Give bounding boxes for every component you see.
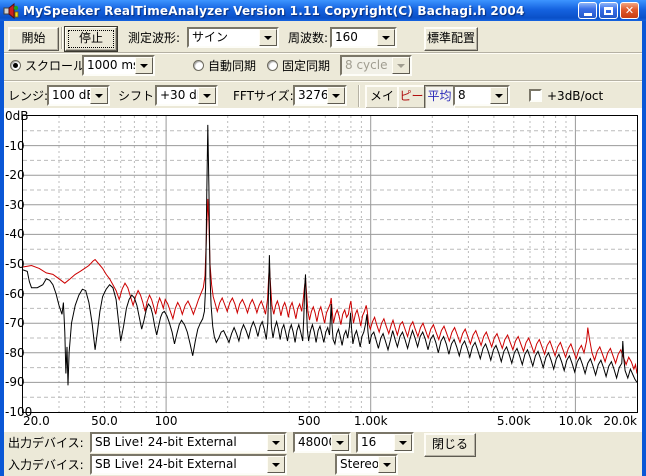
x-axis-tick-label: 10.0k bbox=[558, 414, 593, 428]
dropdown-arrow-icon[interactable] bbox=[377, 29, 395, 46]
y-axis-tick-label: -90 bbox=[5, 375, 25, 390]
y-axis-tick-label: -70 bbox=[5, 316, 25, 331]
y-axis-tick-label: -40 bbox=[5, 227, 25, 242]
stop-button[interactable]: 停止 bbox=[65, 27, 117, 51]
dropdown-arrow-icon[interactable] bbox=[135, 57, 153, 74]
maximize-button[interactable] bbox=[599, 2, 618, 19]
dropdown-arrow-icon[interactable] bbox=[267, 456, 285, 473]
frequency-label: 周波数: bbox=[288, 31, 329, 45]
waveform-label: 測定波形: bbox=[128, 31, 181, 45]
frequency-select[interactable]: 160 bbox=[330, 27, 397, 48]
oct-slope-checkbox[interactable] bbox=[529, 89, 542, 102]
y-axis-tick-label: -30 bbox=[5, 197, 25, 212]
spectrum-plot bbox=[22, 115, 638, 413]
dropdown-arrow-icon bbox=[392, 57, 410, 74]
dropdown-arrow-icon[interactable] bbox=[394, 434, 412, 451]
x-axis-tick-label: 500 bbox=[297, 414, 321, 428]
shift-label: シフト: bbox=[118, 89, 159, 103]
average-count-select[interactable]: 8 bbox=[453, 85, 510, 106]
scroll-radio-label[interactable]: スクロール bbox=[25, 58, 85, 74]
dropdown-arrow-icon[interactable] bbox=[90, 87, 108, 104]
window-controls: ✕ bbox=[576, 2, 639, 19]
fft-size-select[interactable]: 32768 bbox=[293, 85, 347, 106]
minimize-icon bbox=[583, 13, 592, 16]
output-device-select[interactable]: SB Live! 24-bit External bbox=[90, 432, 287, 453]
app-window: MySpeaker RealTimeAnalyzer Version 1.11 … bbox=[0, 0, 646, 476]
waveform-select[interactable]: サイン bbox=[187, 27, 279, 48]
start-button[interactable]: 開始 bbox=[8, 27, 59, 51]
dropdown-arrow-icon[interactable] bbox=[259, 29, 277, 46]
oct-slope-checkbox-label[interactable]: +3dB/oct bbox=[547, 88, 603, 104]
average-trace-button[interactable]: 平均 bbox=[424, 85, 455, 109]
toolbar-row-separator bbox=[4, 52, 642, 54]
standard-layout-button[interactable]: 標準配置 bbox=[424, 27, 478, 51]
y-axis-tick-label: -20 bbox=[5, 168, 25, 183]
spectrum-chart: 0dB -10 -20 -30 -40 -50 -60 -70 -80 -90 -100 20.0 5… bbox=[4, 108, 642, 432]
cycle-select: 8 cycle bbox=[340, 55, 412, 76]
x-axis-tick-label: 20.0k bbox=[603, 414, 637, 428]
y-axis-tick-label: 0dB bbox=[5, 109, 29, 123]
input-device-label: 入力デバイス: bbox=[8, 458, 84, 472]
minimize-button[interactable] bbox=[578, 2, 597, 19]
main-trace-button[interactable]: メイン bbox=[365, 85, 399, 123]
close-button[interactable]: 閉じる bbox=[424, 433, 476, 457]
app-icon bbox=[3, 2, 19, 19]
dropdown-arrow-icon[interactable] bbox=[267, 434, 285, 451]
y-axis-tick-label: -80 bbox=[5, 345, 25, 360]
x-axis-tick-label: 50.0 bbox=[91, 414, 118, 428]
sample-rate-select[interactable]: 48000 bbox=[293, 432, 351, 453]
close-window-button[interactable]: ✕ bbox=[620, 2, 639, 19]
fixed-sync-radio-label[interactable]: 固定同期 bbox=[282, 58, 330, 74]
toolbar-separator bbox=[358, 85, 360, 107]
output-device-label: 出力デバイス: bbox=[8, 436, 84, 450]
toolbar-row-separator bbox=[4, 80, 642, 82]
maximize-icon bbox=[604, 6, 613, 15]
x-axis-tick-label: 100 bbox=[154, 414, 178, 428]
toolbar-separator bbox=[61, 27, 63, 49]
y-axis-tick-label: -50 bbox=[5, 257, 25, 271]
x-axis-tick-label: 1.00k bbox=[353, 414, 388, 428]
dropdown-arrow-icon[interactable] bbox=[490, 87, 508, 104]
range-label: レンジ: bbox=[8, 89, 49, 103]
y-axis-tick-label: -10 bbox=[5, 138, 25, 153]
bit-depth-select[interactable]: 16 bbox=[356, 432, 414, 453]
x-axis-tick-label: 5.00k bbox=[496, 414, 531, 428]
x-axis-tick-label: 20.0 bbox=[23, 414, 50, 428]
peak-trace-button[interactable]: ピーク bbox=[397, 85, 426, 123]
shift-select[interactable]: +30 dB bbox=[155, 85, 218, 106]
dropdown-arrow-icon[interactable] bbox=[327, 87, 345, 104]
fft-size-label: FFTサイズ: bbox=[233, 89, 294, 103]
input-device-select[interactable]: SB Live! 24-bit External bbox=[90, 454, 287, 475]
auto-sync-radio[interactable] bbox=[193, 60, 204, 71]
dropdown-arrow-icon[interactable] bbox=[378, 456, 396, 473]
dropdown-arrow-icon[interactable] bbox=[198, 87, 216, 104]
scroll-radio[interactable] bbox=[10, 60, 21, 71]
range-select[interactable]: 100 dB bbox=[47, 85, 110, 106]
fixed-sync-radio[interactable] bbox=[267, 60, 278, 71]
scroll-interval-select[interactable]: 1000 ms bbox=[82, 55, 155, 76]
window-title: MySpeaker RealTimeAnalyzer Version 1.11 … bbox=[23, 3, 525, 18]
auto-sync-radio-label[interactable]: 自動同期 bbox=[208, 58, 256, 74]
dropdown-arrow-icon[interactable] bbox=[331, 434, 349, 451]
close-icon: ✕ bbox=[624, 4, 635, 17]
channel-select[interactable]: Stereo bbox=[335, 454, 398, 475]
y-axis-tick-label: -60 bbox=[5, 286, 25, 301]
title-bar: MySpeaker RealTimeAnalyzer Version 1.11 … bbox=[0, 0, 646, 21]
